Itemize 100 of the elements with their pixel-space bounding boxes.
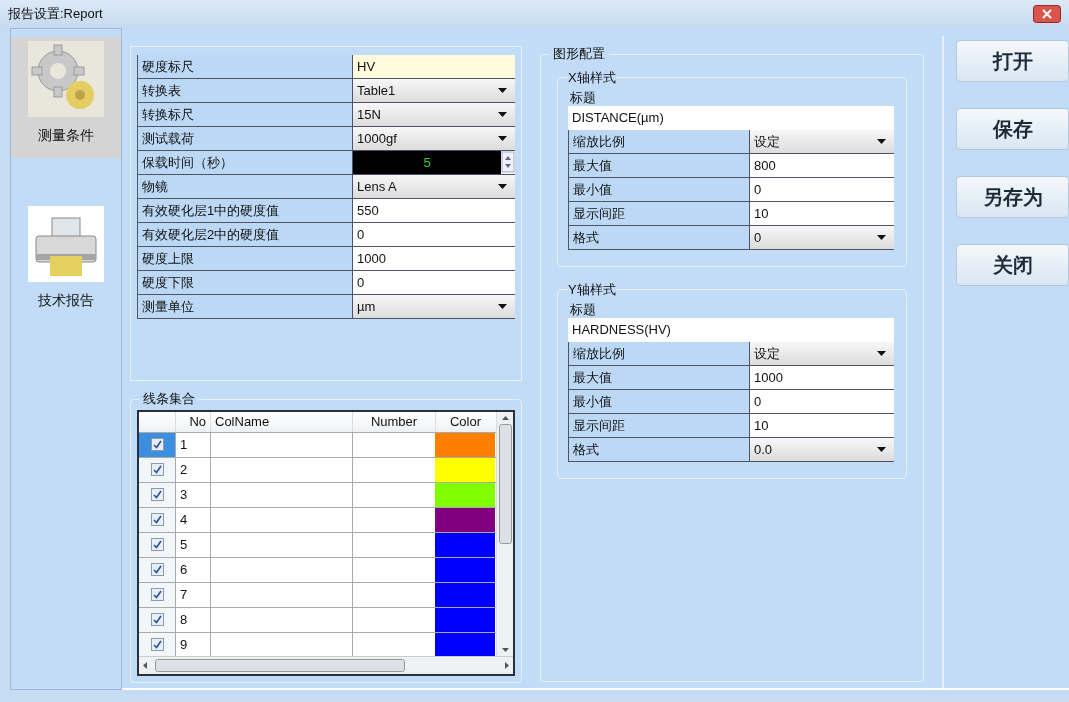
column-header[interactable]: Number bbox=[352, 412, 435, 432]
property-label: 有效硬化层2中的硬度值 bbox=[138, 223, 352, 246]
property-label: 最大值 bbox=[569, 366, 749, 389]
field-label: 标题 bbox=[569, 302, 597, 318]
title-field[interactable]: DISTANCE(µm) bbox=[568, 106, 894, 130]
window-title: 报告设置:Report bbox=[8, 5, 103, 24]
dropdown-caret-icon bbox=[498, 136, 507, 141]
vertical-scrollbar[interactable] bbox=[496, 412, 513, 656]
value-field[interactable]: 0 bbox=[352, 223, 515, 246]
checkbox[interactable] bbox=[150, 588, 164, 601]
check-icon bbox=[152, 640, 162, 649]
value-field[interactable]: 0 bbox=[352, 271, 515, 294]
property-label: 硬度标尺 bbox=[138, 55, 352, 78]
checkbox[interactable] bbox=[150, 638, 164, 651]
dropdown[interactable]: 0.0 bbox=[749, 438, 894, 461]
color-swatch[interactable] bbox=[435, 482, 495, 507]
value-field[interactable]: 1000 bbox=[352, 247, 515, 270]
value-field[interactable]: 550 bbox=[352, 199, 515, 222]
checkbox[interactable] bbox=[150, 538, 164, 551]
spin-arrows-icon[interactable] bbox=[501, 151, 515, 173]
property-label: 转换表 bbox=[138, 79, 352, 102]
color-swatch[interactable] bbox=[435, 457, 495, 482]
sidebar-item[interactable]: 测量条件 bbox=[11, 37, 121, 158]
action-button[interactable]: 另存为 bbox=[956, 176, 1069, 218]
close-icon[interactable] bbox=[1033, 5, 1061, 23]
value-field[interactable]: 1000 bbox=[749, 366, 894, 389]
color-swatch[interactable] bbox=[435, 607, 495, 632]
color-swatch[interactable] bbox=[435, 632, 495, 656]
action-button[interactable]: 打开 bbox=[956, 40, 1069, 82]
color-swatch[interactable] bbox=[435, 557, 495, 582]
column-header[interactable]: Color bbox=[435, 412, 495, 432]
property-label: 最小值 bbox=[569, 178, 749, 201]
field-label: 标题 bbox=[569, 90, 597, 106]
dropdown[interactable]: 1000gf bbox=[352, 127, 515, 150]
value-field[interactable]: 10 bbox=[749, 414, 894, 437]
column-header[interactable]: No bbox=[175, 412, 210, 432]
gear-icon bbox=[28, 41, 104, 117]
value-field[interactable]: 800 bbox=[749, 154, 894, 177]
check-icon bbox=[152, 615, 162, 624]
action-button[interactable]: 保存 bbox=[956, 108, 1069, 150]
dropdown-caret-icon bbox=[498, 112, 507, 117]
horizontal-scrollbar[interactable] bbox=[139, 656, 513, 674]
property-label: 有效硬化层1中的硬度值 bbox=[138, 199, 352, 222]
value-field[interactable]: 10 bbox=[749, 202, 894, 225]
title-field[interactable]: HARDNESS(HV) bbox=[568, 318, 894, 342]
dropdown[interactable]: 设定 bbox=[749, 130, 894, 153]
table-cell: 6 bbox=[175, 557, 210, 582]
table-cell: 1 bbox=[175, 432, 210, 457]
property-label: 最大值 bbox=[569, 154, 749, 177]
value-field[interactable]: 0 bbox=[749, 390, 894, 413]
dropdown[interactable]: 设定 bbox=[749, 342, 894, 365]
scroll-thumb-icon[interactable] bbox=[155, 659, 405, 672]
scroll-thumb-icon[interactable] bbox=[498, 424, 512, 544]
checkbox[interactable] bbox=[150, 488, 164, 501]
table-cell: 4 bbox=[175, 507, 210, 532]
color-swatch[interactable] bbox=[435, 507, 495, 532]
action-button[interactable]: 关闭 bbox=[956, 244, 1069, 286]
scroll-right-icon[interactable] bbox=[505, 662, 509, 669]
row-header[interactable] bbox=[139, 432, 175, 457]
dropdown[interactable]: Table1 bbox=[352, 79, 515, 102]
color-swatch[interactable] bbox=[435, 432, 495, 457]
dropdown-caret-icon bbox=[498, 88, 507, 93]
property-label: 显示间距 bbox=[569, 202, 749, 225]
checkbox[interactable] bbox=[150, 463, 164, 476]
sidebar-item[interactable]: 技术报告 bbox=[11, 202, 121, 323]
group-title: 图形配置 bbox=[549, 45, 609, 63]
dropdown[interactable]: 0 bbox=[749, 226, 894, 249]
property-label: 保载时间（秒） bbox=[138, 151, 352, 174]
scroll-up-icon[interactable] bbox=[501, 416, 509, 420]
color-swatch[interactable] bbox=[435, 532, 495, 557]
group-title: 线条集合 bbox=[139, 390, 199, 408]
property-label: 格式 bbox=[569, 226, 749, 249]
number-field[interactable]: 5 bbox=[353, 151, 501, 174]
checkbox[interactable] bbox=[150, 438, 164, 451]
check-icon bbox=[152, 540, 162, 549]
scroll-down-icon[interactable] bbox=[501, 648, 509, 652]
dropdown-caret-icon bbox=[877, 351, 886, 356]
table-cell: 2 bbox=[175, 457, 210, 482]
property-label: 显示间距 bbox=[569, 414, 749, 437]
property-label: 硬度上限 bbox=[138, 247, 352, 270]
checkbox[interactable] bbox=[150, 613, 164, 626]
color-swatch[interactable] bbox=[435, 582, 495, 607]
property-label: 最小值 bbox=[569, 390, 749, 413]
dropdown-caret-icon bbox=[877, 139, 886, 144]
value-field[interactable]: 0 bbox=[749, 178, 894, 201]
dropdown[interactable]: 15N bbox=[352, 103, 515, 126]
printer-icon bbox=[28, 206, 104, 282]
check-icon bbox=[152, 490, 162, 499]
property-label: 物镜 bbox=[138, 175, 352, 198]
checkbox[interactable] bbox=[150, 563, 164, 576]
property-label: 硬度下限 bbox=[138, 271, 352, 294]
scroll-left-icon[interactable] bbox=[143, 662, 147, 669]
value-field[interactable]: HV bbox=[352, 55, 515, 78]
checkbox[interactable] bbox=[150, 513, 164, 526]
check-icon bbox=[152, 565, 162, 574]
dropdown[interactable]: Lens A bbox=[352, 175, 515, 198]
dropdown-caret-icon bbox=[877, 447, 886, 452]
dropdown-caret-icon bbox=[498, 184, 507, 189]
column-header[interactable]: ColName bbox=[210, 412, 352, 432]
dropdown[interactable]: µm bbox=[352, 295, 515, 318]
